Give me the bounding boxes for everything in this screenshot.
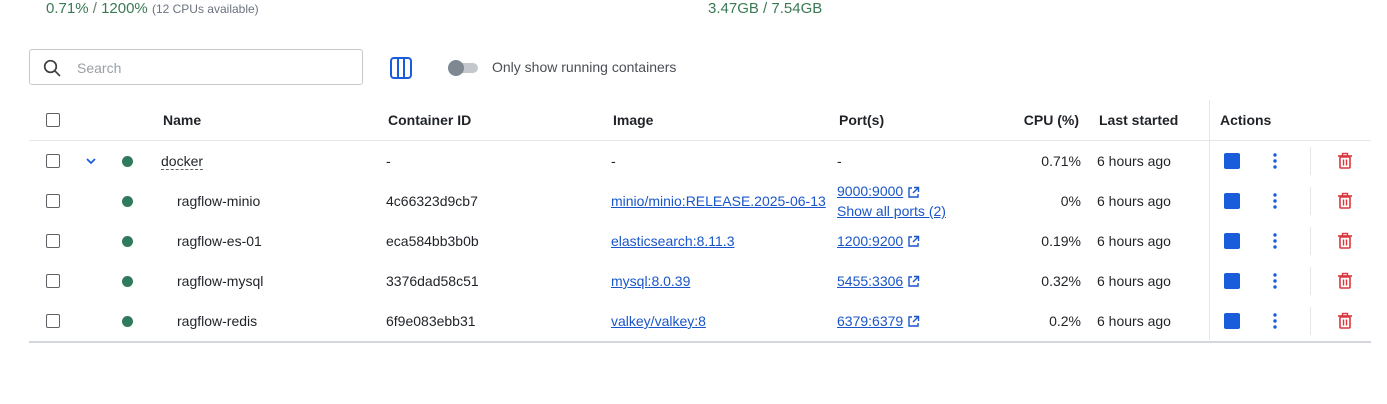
table-row: ragflow-mysql 3376dad58c51 mysql:8.0.39 … [29, 261, 1371, 301]
memory-total: 7.54GB [771, 0, 823, 17]
table-row: ragflow-minio 4c66323d9cb7 minio/minio:R… [29, 181, 1371, 221]
header-name[interactable]: Name [163, 100, 201, 140]
cpu-usage-value: 0.71% [46, 0, 89, 17]
header-container-id[interactable]: Container ID [388, 100, 471, 140]
trash-icon[interactable] [1336, 181, 1354, 221]
stop-icon[interactable] [1224, 153, 1240, 169]
more-vert-icon[interactable] [1267, 221, 1283, 261]
table-header: Name Container ID Image Port(s) CPU (%) … [29, 100, 1371, 141]
container-id: 4c66323d9cb7 [386, 193, 478, 209]
status-running-icon [122, 275, 133, 287]
trash-icon[interactable] [1336, 221, 1354, 261]
image-name: - [611, 153, 616, 169]
table-row: ragflow-redis 6f9e083ebb31 valkey/valkey… [29, 301, 1371, 343]
cpu-percent: 0.71% [1041, 153, 1081, 169]
stop-icon[interactable] [1224, 193, 1240, 209]
status-running-icon [122, 235, 133, 247]
row-checkbox[interactable] [46, 194, 60, 208]
image-link[interactable]: minio/minio:RELEASE.2025-06-13 [611, 193, 826, 209]
last-started: 6 hours ago [1097, 193, 1171, 209]
external-link-icon[interactable] [907, 235, 920, 248]
table-row: docker - - - 0.71% 6 hours ago [29, 141, 1371, 181]
container-id: 3376dad58c51 [386, 273, 479, 289]
cpu-note: (12 CPUs available) [151, 2, 259, 16]
actions-divider [1310, 267, 1311, 295]
last-started: 6 hours ago [1097, 313, 1171, 329]
last-started: 6 hours ago [1097, 273, 1171, 289]
port-link[interactable]: 6379:6379 [837, 313, 903, 329]
chevron-down-icon[interactable] [84, 141, 98, 181]
container-name[interactable]: ragflow-es-01 [177, 221, 262, 261]
actions-divider [1310, 187, 1311, 215]
port-link[interactable]: 9000:9000 [837, 183, 903, 199]
cpu-usage: 0.71% / 1200% (12 CPUs available) [46, 0, 259, 17]
more-vert-icon[interactable] [1267, 141, 1283, 181]
external-link-icon[interactable] [907, 315, 920, 328]
stop-icon[interactable] [1224, 273, 1240, 289]
cpu-percent: 0% [1060, 193, 1081, 209]
show-all-ports-link[interactable]: Show all ports (2) [837, 201, 946, 221]
header-last-started[interactable]: Last started [1099, 100, 1178, 140]
external-link-icon[interactable] [907, 275, 920, 288]
stop-icon[interactable] [1224, 233, 1240, 249]
port-mapping: - [837, 153, 842, 169]
actions-divider [1310, 227, 1311, 255]
toggle-knob [448, 60, 464, 76]
actions-divider [1310, 307, 1311, 335]
more-vert-icon[interactable] [1267, 301, 1283, 341]
container-id: eca584bb3b0b [386, 233, 479, 249]
header-actions: Actions [1220, 112, 1272, 128]
select-all-checkbox[interactable] [46, 113, 60, 127]
memory-used: 3.47GB [708, 0, 759, 17]
header-ports[interactable]: Port(s) [839, 100, 884, 140]
status-running-icon [122, 195, 133, 207]
port-link[interactable]: 5455:3306 [837, 273, 903, 289]
container-name[interactable]: ragflow-redis [177, 301, 257, 341]
select-all-cell [46, 100, 60, 140]
image-link[interactable]: mysql:8.0.39 [611, 273, 690, 289]
container-name[interactable]: ragflow-minio [177, 181, 260, 221]
search-input[interactable] [75, 56, 349, 80]
header-image[interactable]: Image [613, 100, 653, 140]
trash-icon[interactable] [1336, 301, 1354, 341]
row-checkbox[interactable] [46, 154, 60, 168]
last-started: 6 hours ago [1097, 153, 1171, 169]
status-running-icon [122, 155, 133, 167]
trash-icon[interactable] [1336, 261, 1354, 301]
external-link-icon[interactable] [907, 186, 920, 199]
memory-usage: 3.47GB / 7.54GB [708, 0, 822, 17]
trash-icon[interactable] [1336, 141, 1354, 181]
row-checkbox[interactable] [46, 314, 60, 328]
containers-table: Name Container ID Image Port(s) CPU (%) … [29, 100, 1371, 343]
cpu-percent: 0.19% [1041, 233, 1081, 249]
image-link[interactable]: valkey/valkey:8 [611, 313, 706, 329]
header-cpu[interactable]: CPU (%) [989, 100, 1079, 140]
container-name[interactable]: docker [161, 153, 204, 170]
resource-stats: 0.71% / 1200% (12 CPUs available) 3.47GB… [46, 0, 1346, 22]
stop-icon[interactable] [1224, 313, 1240, 329]
memory-separator: / [758, 0, 772, 17]
running-only-toggle[interactable] [448, 60, 478, 76]
search-box[interactable] [29, 49, 363, 85]
more-vert-icon[interactable] [1267, 181, 1283, 221]
row-checkbox[interactable] [46, 274, 60, 288]
more-vert-icon[interactable] [1267, 261, 1283, 301]
cpu-total: 1200% [101, 0, 148, 17]
cpu-percent: 0.2% [1049, 313, 1081, 329]
columns-icon[interactable] [389, 56, 413, 80]
status-running-icon [122, 315, 133, 327]
running-only-label: Only show running containers [492, 59, 677, 75]
table-row: ragflow-es-01 eca584bb3b0b elasticsearch… [29, 221, 1371, 261]
row-checkbox[interactable] [46, 234, 60, 248]
container-name[interactable]: ragflow-mysql [177, 261, 263, 301]
container-id: - [386, 153, 391, 169]
cpu-percent: 0.32% [1041, 273, 1081, 289]
container-id: 6f9e083ebb31 [386, 313, 476, 329]
search-icon [43, 59, 61, 77]
image-link[interactable]: elasticsearch:8.11.3 [611, 233, 734, 249]
actions-divider [1310, 147, 1311, 175]
port-link[interactable]: 1200:9200 [837, 233, 903, 249]
last-started: 6 hours ago [1097, 233, 1171, 249]
cpu-separator: / [88, 0, 102, 17]
